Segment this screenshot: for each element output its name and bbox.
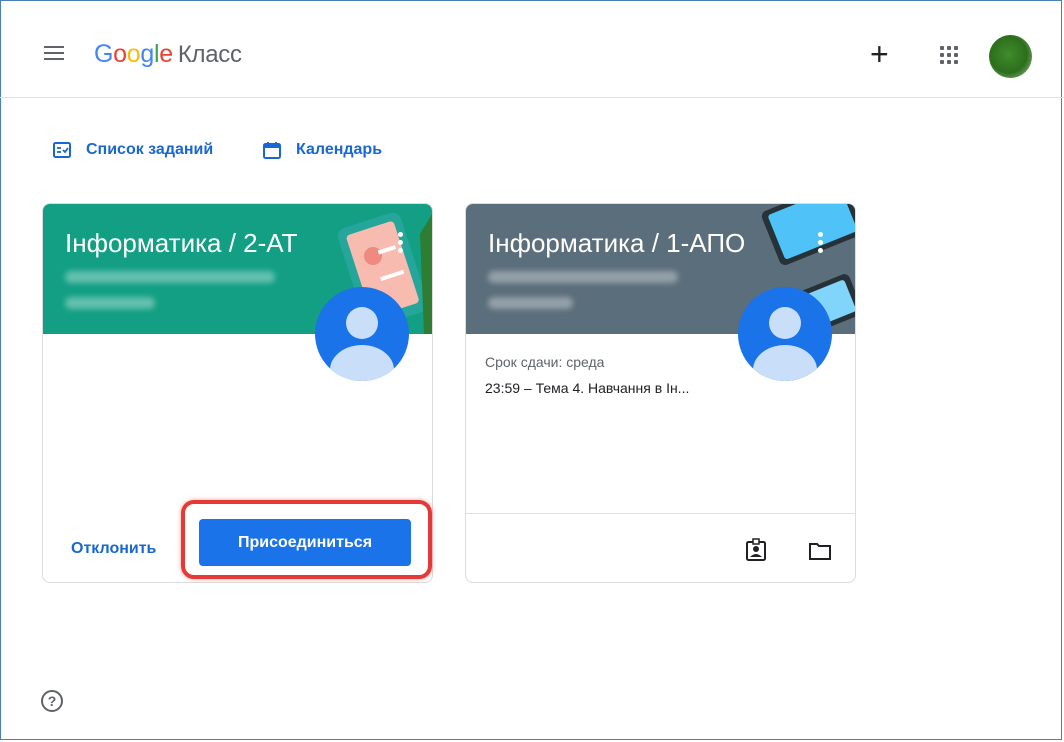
class-card: Інформатика / 1-АПО Срок сдачи: среда 23… — [465, 203, 856, 583]
top-app-bar: Google Класс + — [0, 0, 1064, 98]
help-icon[interactable]: ? — [41, 690, 63, 712]
more-options-icon[interactable] — [818, 232, 824, 256]
todo-label: Список заданий — [86, 141, 214, 158]
blurred-teacher — [65, 297, 155, 309]
join-button-highlight — [181, 500, 432, 579]
app-name: Класс — [177, 41, 242, 68]
calendar-link[interactable]: Календарь — [262, 140, 382, 160]
blurred-subtitle — [65, 271, 275, 283]
logo-letter: o — [126, 40, 141, 68]
teacher-avatar — [315, 287, 409, 381]
logo-letter: e — [159, 40, 173, 68]
logo-letter: G — [94, 40, 114, 68]
apps-grid-icon[interactable] — [940, 46, 958, 64]
assignee-portfolio-icon[interactable] — [745, 538, 767, 562]
blurred-teacher — [488, 297, 573, 309]
due-date-label: Срок сдачи: среда — [485, 354, 605, 370]
more-options-icon[interactable] — [398, 232, 404, 256]
logo-letter: o — [113, 40, 127, 68]
plus-icon[interactable]: + — [870, 38, 889, 70]
todo-link[interactable]: Список заданий — [52, 140, 213, 160]
checklist-icon — [53, 142, 71, 158]
calendar-icon — [263, 142, 281, 159]
folder-icon[interactable] — [808, 541, 832, 561]
teacher-avatar — [738, 287, 832, 381]
account-avatar[interactable] — [989, 35, 1032, 78]
menu-icon[interactable] — [44, 46, 64, 60]
decline-button[interactable]: Отклонить — [71, 540, 156, 558]
class-title[interactable]: Інформатика / 1-АПО — [488, 228, 745, 259]
logo-letter: g — [140, 40, 154, 68]
due-assignment-link[interactable]: 23:59 – Тема 4. Навчання в Ін... — [485, 380, 689, 396]
blurred-subtitle — [488, 271, 678, 283]
google-classroom-logo[interactable]: Google Класс — [94, 40, 242, 69]
calendar-label: Календарь — [296, 141, 383, 158]
divider — [466, 513, 855, 514]
class-title[interactable]: Інформатика / 2-АТ — [65, 228, 297, 259]
